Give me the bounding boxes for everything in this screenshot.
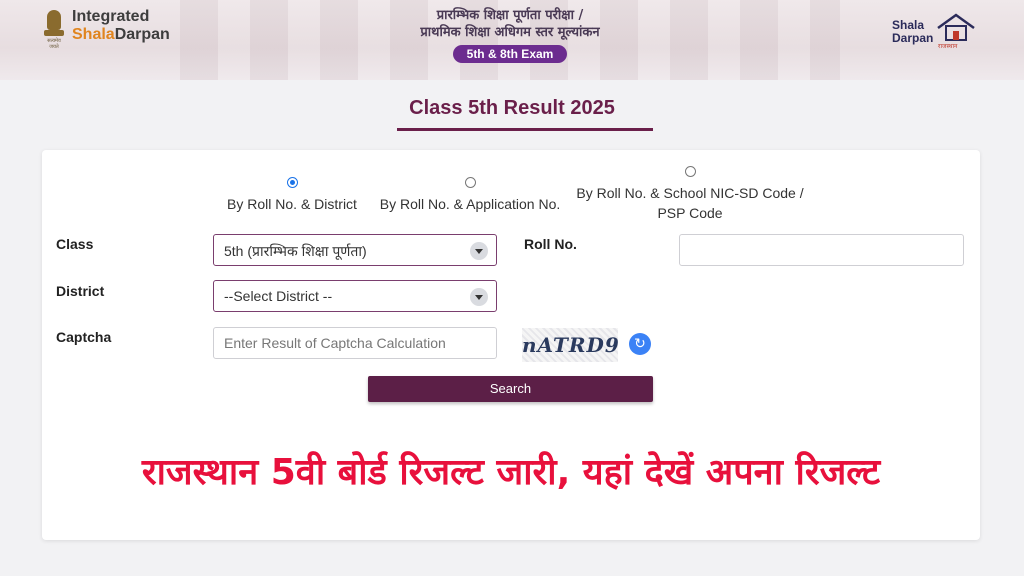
brand-line2-prefix: Shala: [72, 26, 115, 43]
chevron-down-icon[interactable]: [470, 242, 488, 260]
header-banner: सत्यमेव जयते Integrated ShalaDarpan प्रा…: [0, 0, 1024, 80]
exam-badge: 5th & 8th Exam: [452, 45, 568, 63]
search-mode-label-line2: PSP Code: [657, 205, 723, 221]
captcha-input[interactable]: [213, 327, 497, 359]
search-mode-roll-application[interactable]: By Roll No. & Application No.: [368, 177, 572, 214]
district-select[interactable]: --Select District --: [213, 280, 497, 312]
class-select-value: 5th (प्रारम्भिक शिक्षा पूर्णता): [224, 243, 367, 259]
roll-no-input[interactable]: [679, 234, 964, 266]
chevron-down-icon[interactable]: [470, 288, 488, 306]
search-mode-roll-school-code[interactable]: By Roll No. & School NIC-SD Code / PSP C…: [572, 166, 808, 223]
right-logo-tag: राजस्थान: [938, 43, 958, 50]
radio-roll-district[interactable]: [286, 177, 298, 188]
district-select-value: --Select District --: [224, 288, 333, 304]
right-logo-line2: Darpan: [892, 31, 934, 45]
result-form-card: By Roll No. & District By Roll No. & App…: [42, 150, 980, 540]
refresh-captcha-icon[interactable]: ↻: [629, 333, 651, 355]
right-logo-line1: Shala: [892, 18, 925, 32]
shala-darpan-logo[interactable]: Shala Darpan राजस्थान: [888, 13, 984, 50]
search-mode-label: By Roll No. & Application No.: [379, 196, 561, 212]
search-button[interactable]: Search: [368, 376, 653, 402]
title-underline: [397, 128, 653, 131]
brand-line2-suffix: Darpan: [114, 26, 170, 43]
exam-title-line1: प्रारम्भिक शिक्षा पूर्णता परीक्षा /: [436, 8, 584, 23]
district-label: District: [56, 283, 105, 299]
radio-roll-application[interactable]: [464, 177, 476, 188]
brand-line2: ShalaDarpan: [72, 26, 170, 44]
class-label: Class: [56, 236, 94, 252]
class-select[interactable]: 5th (प्रारम्भिक शिक्षा पूर्णता): [213, 234, 497, 266]
search-mode-label-line1: By Roll No. & School NIC-SD Code /: [576, 185, 804, 201]
brand-line1: Integrated: [72, 8, 150, 25]
page-title: Class 5th Result 2025: [409, 97, 615, 119]
radio-roll-school-code[interactable]: [684, 166, 696, 177]
national-emblem-icon: सत्यमेव जयते: [42, 8, 66, 50]
captcha-label: Captcha: [56, 329, 112, 345]
emblem-caption: सत्यमेव जयते: [47, 38, 61, 50]
captcha-image: nATRD9: [522, 328, 619, 362]
exam-title-line2: प्राथमिक शिक्षा अधिगम स्तर मूल्यांकन: [420, 25, 600, 40]
school-house-icon: [937, 13, 975, 41]
integrated-shaladarpan-logo[interactable]: सत्यमेव जयते Integrated ShalaDarpan: [42, 8, 170, 50]
roll-no-label: Roll No.: [524, 236, 577, 252]
result-headline: राजस्थान 5वी बोर्ड रिजल्ट जारी, यहां देख…: [141, 452, 881, 493]
search-mode-label: By Roll No. & District: [227, 196, 357, 212]
brand-name: Integrated ShalaDarpan: [72, 8, 170, 44]
exam-title-block: प्रारम्भिक शिक्षा पूर्णता परीक्षा / प्रा…: [360, 7, 660, 63]
search-mode-roll-district[interactable]: By Roll No. & District: [212, 177, 372, 214]
